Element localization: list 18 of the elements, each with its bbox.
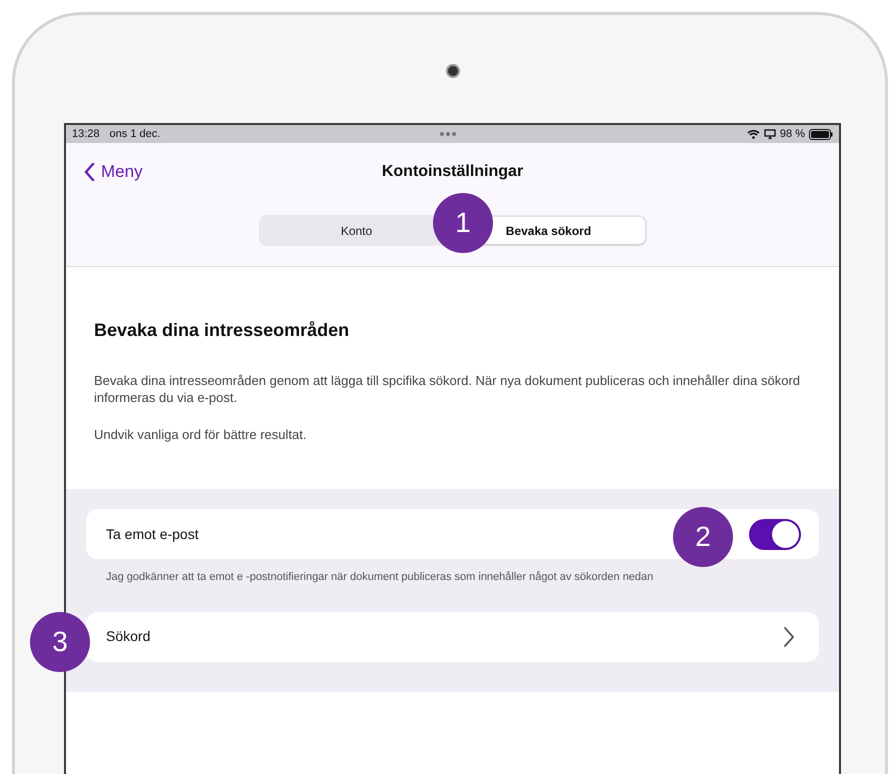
email-toggle[interactable]: [749, 518, 801, 550]
battery-percent: 98 %: [780, 126, 805, 142]
toggle-label: Ta emot e-post: [106, 524, 199, 544]
screen-mirror-icon: [764, 129, 776, 139]
wifi-icon: [746, 129, 760, 139]
chevron-right-icon: [783, 626, 795, 648]
chevron-left-icon: [84, 163, 95, 181]
toggle-note: Jag godkänner att ta emot e -postnotifieringar när dokument publiceras som innehåller något av sökorden nedan: [105, 570, 654, 585]
description-text: Bevaka dina intresseområden genom att lägga till spcifika sökord. När nya dokument publiceras och innehåller dina sökord informeras du via e-post.: [94, 372, 802, 406]
status-time: 13:28: [72, 126, 100, 142]
status-date: ons 1 dec.: [110, 126, 160, 142]
more-dots-icon: [440, 132, 456, 136]
description-text: Undvik vanliga ord för bättre resultat.: [94, 426, 308, 443]
keywords-row[interactable]: Sökord: [86, 612, 819, 662]
battery-icon: [809, 128, 833, 140]
back-link[interactable]: Meny: [84, 159, 143, 185]
page-title: Kontoinställningar: [382, 162, 524, 182]
section-heading: Bevaka dina intresseområden: [94, 319, 350, 342]
